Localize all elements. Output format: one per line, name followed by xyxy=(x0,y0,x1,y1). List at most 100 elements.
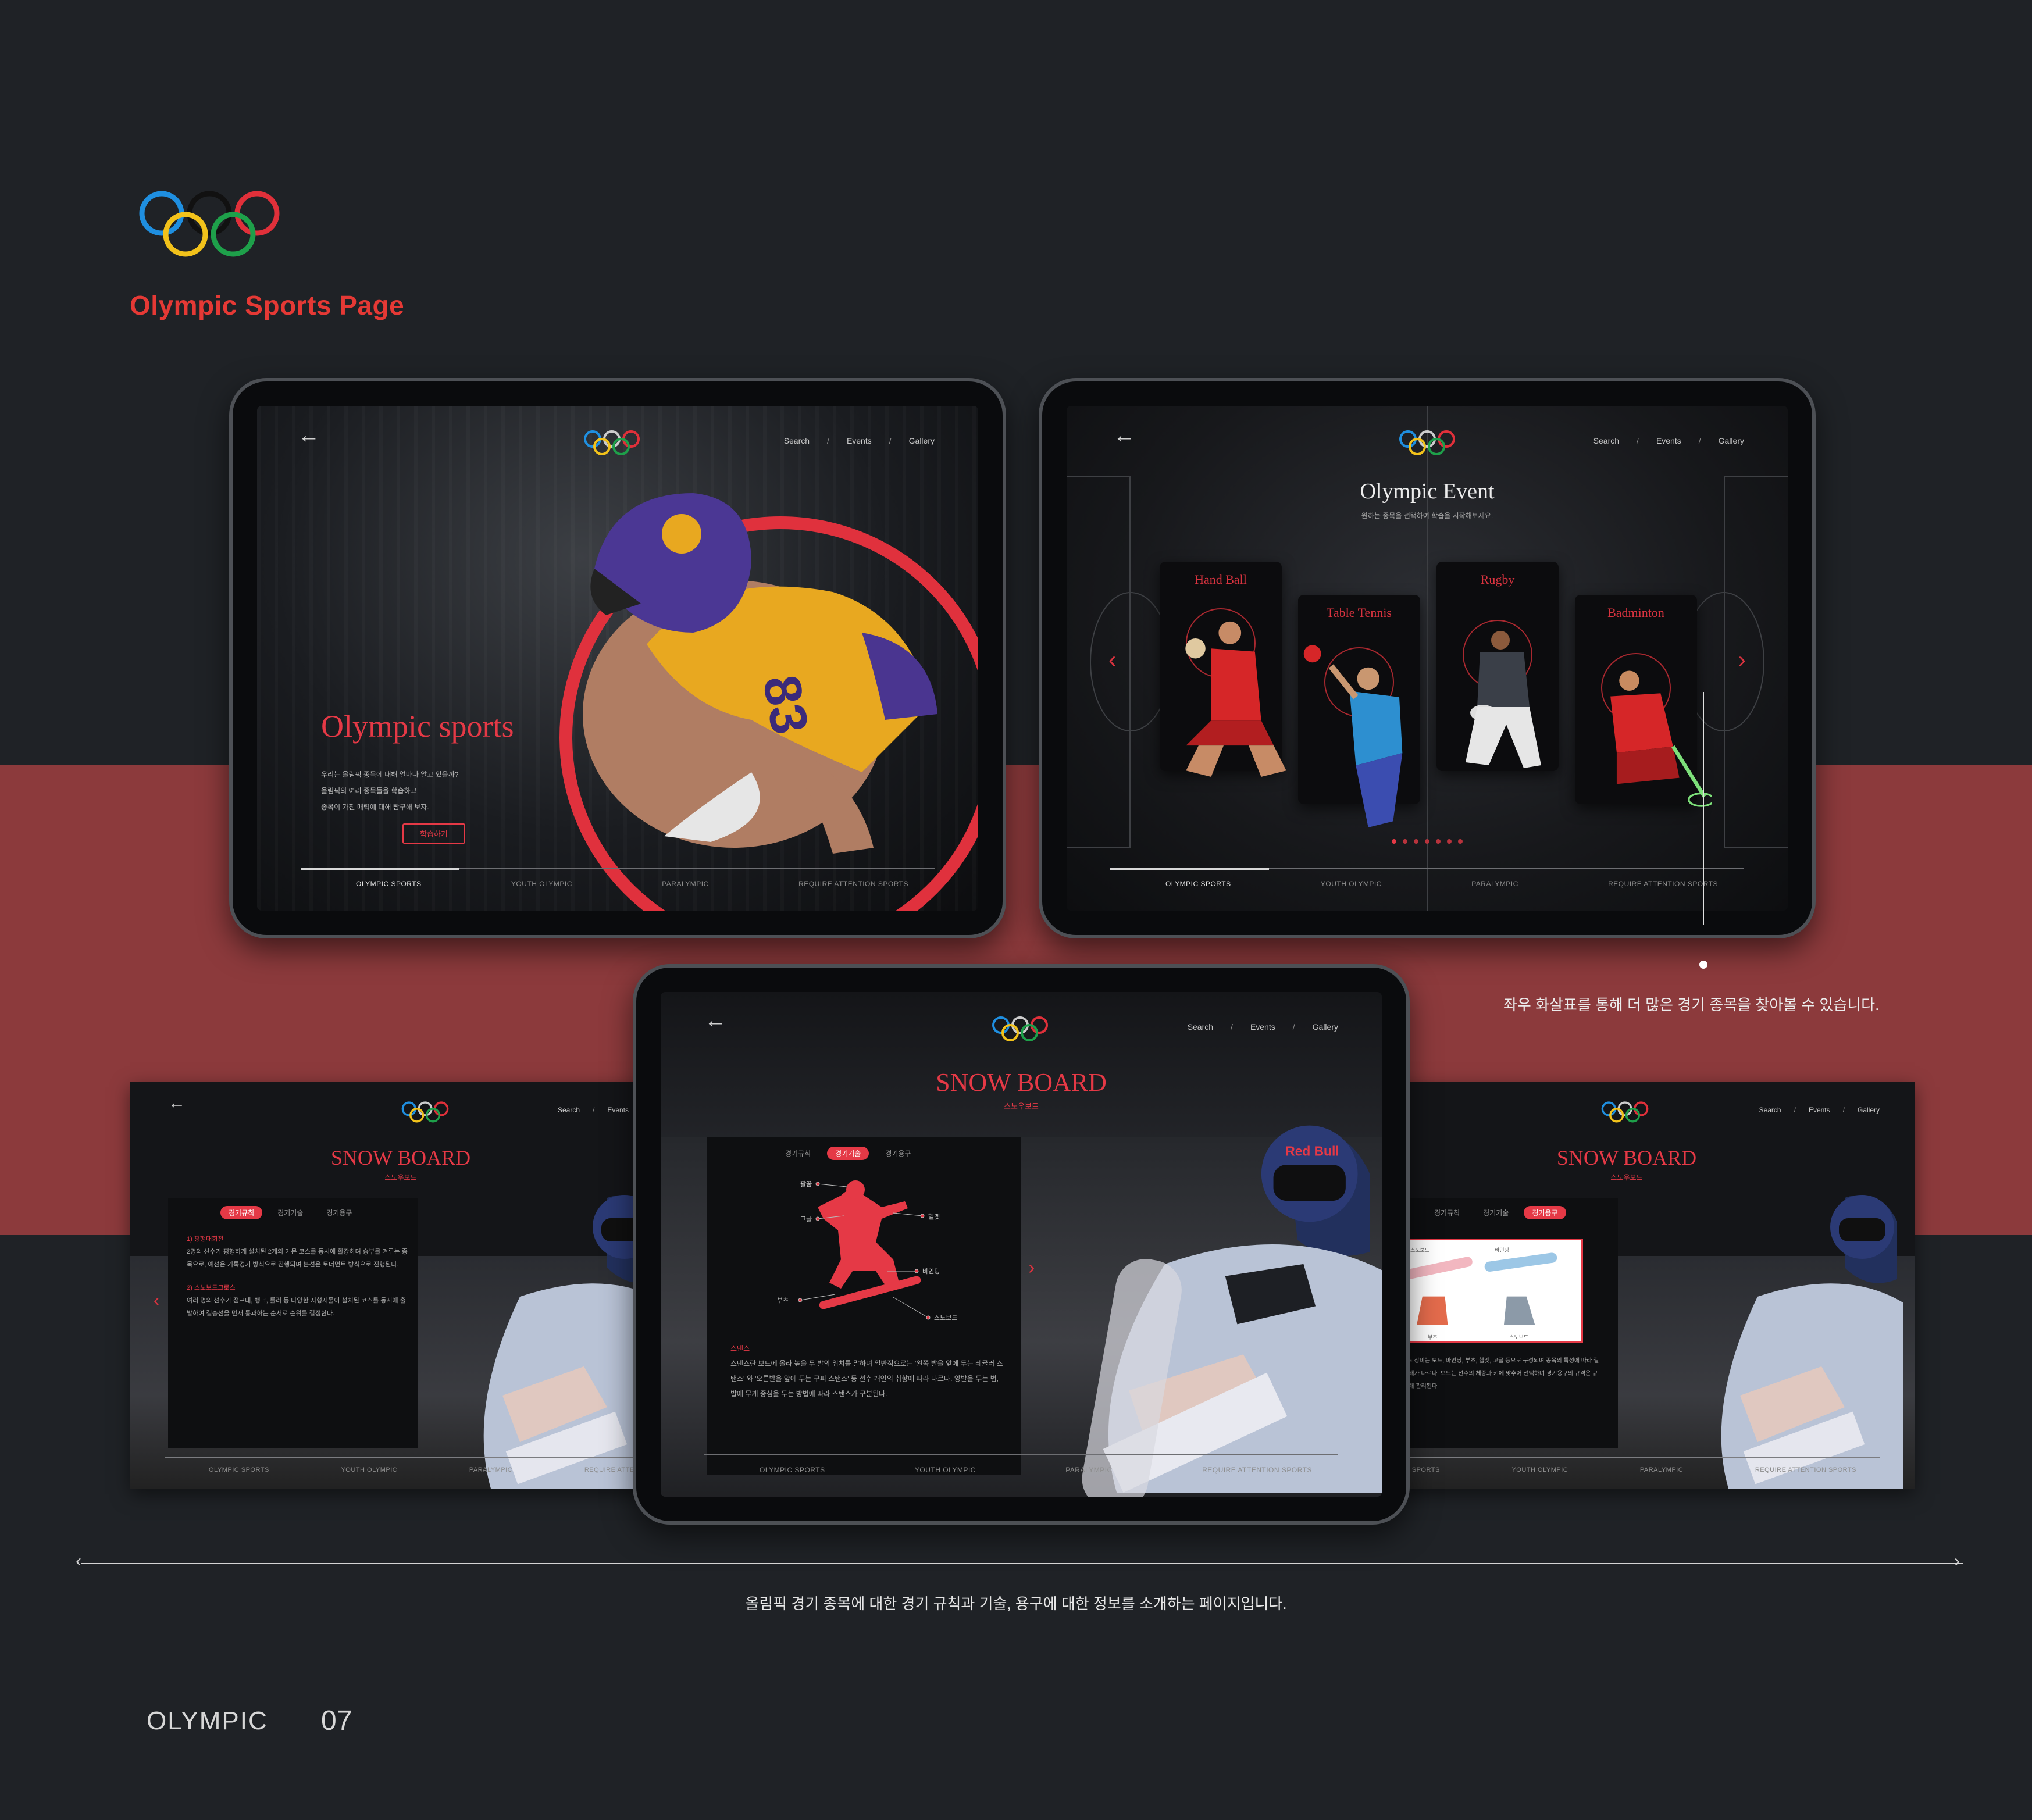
diagram-label: 스노보드 xyxy=(1410,1247,1430,1253)
pagination-dot[interactable] xyxy=(1414,839,1418,844)
subtab-equipment[interactable]: 경기용구 xyxy=(877,1147,919,1160)
top-nav: Search / Events / Gallery xyxy=(783,436,935,445)
card-title: Table Tennis xyxy=(1327,605,1392,620)
pagination-dot[interactable] xyxy=(1436,839,1441,844)
tab-olympic-sports[interactable]: OLYMPIC SPORTS xyxy=(760,1466,825,1474)
subtab-technique[interactable]: 경기기술 xyxy=(827,1147,869,1160)
pagination-dot[interactable] xyxy=(1403,839,1407,844)
olympic-rings-icon[interactable] xyxy=(583,429,641,456)
field-left-arc xyxy=(1090,592,1171,731)
hero-line: 올림픽의 여러 종목들을 학습하고 xyxy=(321,787,417,795)
tab-olympic-sports[interactable]: OLYMPIC SPORTS xyxy=(1165,880,1231,888)
table-tennis-player-image xyxy=(1303,645,1403,827)
nav-search[interactable]: Search xyxy=(1593,436,1619,445)
tab-olympic-sports[interactable]: OLYMPIC SPORTS xyxy=(209,1466,269,1473)
tablet-olympic-sports: ← Search / Events / Gallery 83 Olympic s… xyxy=(229,378,1006,938)
nav-search[interactable]: Search xyxy=(1759,1106,1781,1114)
tab-youth-olympic[interactable]: YOUTH OLYMPIC xyxy=(1511,1466,1568,1473)
tab-youth-olympic[interactable]: YOUTH OLYMPIC xyxy=(511,880,572,888)
diagram-label: 바인딩 xyxy=(1495,1247,1509,1253)
subtab-rules[interactable]: 경기규칙 xyxy=(777,1147,819,1160)
back-arrow-icon[interactable]: ← xyxy=(1113,423,1135,448)
tablet-snowboard-technique: ← Search / Events / Gallery SNOW BOARD 스노우… xyxy=(633,964,1410,1525)
next-arrow-icon[interactable]: › xyxy=(1738,647,1746,673)
snowboard-title: SNOW BOARD xyxy=(936,1068,1107,1097)
hero-line: 종목이 가진 매력에 대해 탐구해 보자. xyxy=(321,803,429,811)
subtab-technique[interactable]: 경기기술 xyxy=(1475,1206,1517,1219)
nav-events[interactable]: Events xyxy=(847,436,872,445)
tab-require-attention[interactable]: REQUIRE ATTENTION SPORTS xyxy=(1608,880,1718,888)
top-nav: Search / Events / Gallery xyxy=(1187,1022,1338,1032)
annotation-line xyxy=(1703,692,1704,925)
nav-search[interactable]: Search xyxy=(784,436,810,445)
tab-require-attention[interactable]: REQUIRE ATTENTION SPORTS xyxy=(1755,1466,1856,1473)
event-card-badminton[interactable]: Badminton xyxy=(1575,595,1712,807)
pagination-dot[interactable] xyxy=(1447,839,1452,844)
nav-events[interactable]: Events xyxy=(1250,1022,1275,1032)
screen: ← Search / Events / Gallery 83 Olympic s… xyxy=(257,406,978,911)
olympic-rings-icon[interactable] xyxy=(1398,429,1456,456)
screen: ← Search / Events / Gallery Olympic Event … xyxy=(1067,406,1788,911)
back-arrow-icon[interactable]: ← xyxy=(168,1093,186,1113)
back-arrow-icon[interactable]: ← xyxy=(298,423,320,448)
tab-progress-track xyxy=(1110,868,1744,870)
rider-silhouette-diagram xyxy=(798,1180,931,1320)
tab-paralympic[interactable]: PARALYMPIC xyxy=(1640,1466,1683,1473)
prev-arrow-icon[interactable]: ‹ xyxy=(1108,647,1116,673)
nav-search[interactable]: Search xyxy=(558,1106,580,1114)
tab-require-attention[interactable]: REQUIRE ATTENTION SPORTS xyxy=(1202,1466,1312,1474)
nav-gallery[interactable]: Gallery xyxy=(1313,1022,1338,1032)
category-tabs: OLYMPIC SPORTS YOUTH OLYMPIC PARALYMPIC … xyxy=(760,1466,1312,1474)
next-arrow-icon[interactable]: › xyxy=(1028,1257,1035,1279)
badminton-player-image xyxy=(1610,670,1712,807)
event-card-rugby[interactable]: Rugby xyxy=(1436,562,1559,771)
nav-events[interactable]: Events xyxy=(1809,1106,1830,1114)
event-card-handball[interactable]: Hand Ball xyxy=(1160,562,1286,777)
tab-youth-olympic[interactable]: YOUTH OLYMPIC xyxy=(915,1466,976,1474)
tab-paralympic[interactable]: PARALYMPIC xyxy=(1065,1466,1113,1474)
subtab-technique[interactable]: 경기기술 xyxy=(269,1206,311,1219)
tab-progress-track xyxy=(1391,1457,1880,1458)
tab-require-attention[interactable]: REQUIRE ATTENTION SPORTS xyxy=(798,880,908,888)
back-arrow-icon[interactable]: ← xyxy=(704,1008,726,1033)
tab-youth-olympic[interactable]: YOUTH OLYMPIC xyxy=(1321,880,1382,888)
pagination-dot[interactable] xyxy=(1458,839,1463,844)
olympic-rings-icon[interactable] xyxy=(1600,1100,1649,1123)
subtab-rules[interactable]: 경기규칙 xyxy=(220,1206,263,1219)
olympic-rings-icon[interactable] xyxy=(991,1015,1049,1042)
olympic-rings-icon[interactable] xyxy=(401,1100,450,1123)
nav-search[interactable]: Search xyxy=(1188,1022,1213,1032)
nav-events[interactable]: Events xyxy=(1656,436,1681,445)
diagram-label: 부츠 xyxy=(1428,1334,1438,1340)
technique-text: 스탠스 스탠스란 보드에 올라 높을 두 발의 위치를 말하며 일반적으로는 '… xyxy=(730,1341,1004,1401)
category-tabs: OLYMPIC SPORTS YOUTH OLYMPIC PARALYMPIC … xyxy=(1165,880,1718,888)
event-card-table-tennis[interactable]: Table Tennis xyxy=(1298,595,1420,827)
technique-panel: 경기규칙 경기기술 경기용구 팔꿈 고글 헬멧 바인딩 부츠 스노보드 스탠스 … xyxy=(707,1137,1021,1475)
tab-youth-olympic[interactable]: YOUTH OLYMPIC xyxy=(341,1466,397,1473)
bottom-caption: 올림픽 경기 종목에 대한 경기 규칙과 기술, 용구에 대한 정보를 소개하는… xyxy=(745,1595,1287,1612)
screen-snowboard-rules: ← Search / Events SNOW BOARD 스노우보드 경기규칙 경… xyxy=(130,1082,654,1489)
section-body: 여러 명의 선수가 점프대, 뱅크, 롤러 등 다양한 지형지물이 설치된 코스… xyxy=(187,1297,406,1317)
tab-paralympic[interactable]: PARALYMPIC xyxy=(1471,880,1518,888)
nav-events[interactable]: Events xyxy=(607,1106,629,1114)
section-body: 스탠스란 보드에 올라 높을 두 발의 위치를 말하며 일반적으로는 '왼쪽 발… xyxy=(730,1359,1003,1398)
prev-arrow-icon[interactable]: ‹ xyxy=(154,1291,159,1311)
screen: ← Search / Events / Gallery SNOW BOARD 스노우… xyxy=(661,992,1382,1497)
subtab-equipment[interactable]: 경기용구 xyxy=(1524,1206,1566,1219)
learn-button[interactable]: 학습하기 xyxy=(402,823,465,844)
nav-gallery[interactable]: Gallery xyxy=(1719,436,1744,445)
tab-paralympic[interactable]: PARALYMPIC xyxy=(469,1466,512,1473)
snowboard-equipment-image xyxy=(1406,1252,1557,1325)
subtab-equipment[interactable]: 경기용구 xyxy=(318,1206,360,1219)
pagination-dot[interactable] xyxy=(1425,839,1429,844)
section-heading: 1) 평행대회전 xyxy=(187,1236,224,1243)
scroll-indicator-line xyxy=(81,1563,1963,1564)
pagination-dot[interactable] xyxy=(1392,839,1396,844)
nav-gallery[interactable]: Gallery xyxy=(1858,1106,1880,1114)
diagram-label: 바인딩 xyxy=(922,1268,940,1275)
equipment-panel: 경기규칙 경기기술 경기용구 스노보드 바인딩 부츠 스노보드 스노보드 장비는… xyxy=(1391,1198,1618,1448)
tab-olympic-sports[interactable]: OLYMPIC SPORTS xyxy=(356,880,422,888)
nav-gallery[interactable]: Gallery xyxy=(909,436,935,445)
subtab-rules[interactable]: 경기규칙 xyxy=(1426,1206,1468,1219)
tab-paralympic[interactable]: PARALYMPIC xyxy=(662,880,709,888)
